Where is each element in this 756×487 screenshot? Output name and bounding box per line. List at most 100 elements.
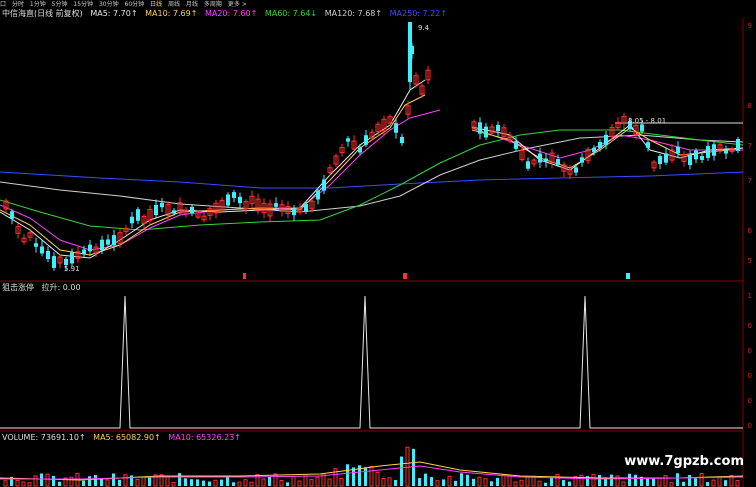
ma10-label: MA10: 7.69↑ xyxy=(145,9,198,18)
volume-bar xyxy=(483,478,488,487)
candle-body xyxy=(304,204,308,212)
volume-bar xyxy=(652,478,655,486)
candlesticks[interactable] xyxy=(3,22,740,271)
candle-body xyxy=(526,161,530,169)
candle-body xyxy=(46,251,50,259)
volume-bar xyxy=(58,481,61,486)
kline-header: 中信海直(日线 前复权) MA5: 7.70↑ MA10: 7.69↑ MA20… xyxy=(2,9,452,19)
candle-body xyxy=(232,192,236,198)
volume-bar xyxy=(315,476,320,487)
volume-bar xyxy=(591,473,596,487)
volume-bar xyxy=(621,481,626,487)
signal-axis-tick: 0 xyxy=(748,347,752,355)
moving-average-lines xyxy=(0,79,744,279)
volume-bar xyxy=(610,474,613,486)
volume-bar xyxy=(717,477,722,487)
volume-bar xyxy=(496,477,499,486)
candle-body xyxy=(292,208,296,216)
price-axis-tick: 8 xyxy=(748,102,752,110)
volume-bar xyxy=(519,479,524,487)
volume-bar xyxy=(711,479,716,487)
volume-bar xyxy=(447,475,452,487)
volume-bar xyxy=(303,475,308,487)
candle-body xyxy=(160,202,164,208)
volume-bar xyxy=(562,480,565,486)
candle-body xyxy=(514,141,518,149)
volume-bar xyxy=(381,477,386,487)
signal-marker xyxy=(626,273,630,279)
volume-bar xyxy=(118,479,121,486)
volume-bar xyxy=(568,481,571,486)
signal-axis-tick: 0 xyxy=(748,397,752,405)
candle-body xyxy=(538,153,542,163)
volume-bar xyxy=(286,482,289,486)
volume-bar xyxy=(657,477,662,487)
volume-bar xyxy=(135,479,140,487)
ma20-line xyxy=(0,109,441,251)
volume-bar xyxy=(400,456,403,486)
right-axis: 9 8 7 7 6 5 1 0 0 0 0 0 xyxy=(748,22,753,430)
volume-bar xyxy=(555,473,560,487)
volume-bar xyxy=(405,446,410,487)
volume-bar xyxy=(418,478,421,486)
candle-body xyxy=(736,139,740,151)
volume-bar xyxy=(112,473,115,486)
volume-bar xyxy=(412,448,415,486)
candle-body xyxy=(34,243,38,247)
candle-body xyxy=(346,138,350,142)
signal-axis-tick: 1 xyxy=(748,292,752,300)
volume-bar xyxy=(579,474,584,487)
high-price-label: 9.4 xyxy=(418,24,430,32)
volume-bar xyxy=(232,482,235,486)
candle-body xyxy=(172,210,176,214)
candle-body xyxy=(694,150,698,160)
volume-bar xyxy=(273,473,278,487)
volume-bar xyxy=(69,476,74,487)
signal-pane xyxy=(0,295,743,429)
volume-bar xyxy=(178,473,181,486)
stock-title: 中信海直(日线 前复权) xyxy=(2,9,83,18)
volume-bar xyxy=(190,479,193,486)
candle-body xyxy=(82,249,86,255)
candle-body xyxy=(688,154,692,166)
volume-bar xyxy=(663,475,668,487)
volume-bar xyxy=(550,477,553,486)
candle-body xyxy=(394,123,398,133)
candle-body xyxy=(408,22,412,82)
signal-marker xyxy=(403,273,407,279)
ma250-label: MA250: 7.22↑ xyxy=(389,9,448,18)
volume-bar xyxy=(513,481,518,487)
volume-bar xyxy=(694,478,697,486)
volume-bar xyxy=(226,476,229,486)
volume-header: VOLUME: 73691.10↑ MA5: 65082.90↑ MA10: 6… xyxy=(2,433,246,443)
candle-body xyxy=(664,153,668,163)
candle-body xyxy=(640,124,644,132)
candle-body xyxy=(592,147,596,153)
volume-bar xyxy=(375,471,380,487)
candle-body xyxy=(358,147,362,153)
candle-body xyxy=(106,239,110,245)
candle-body xyxy=(136,209,140,221)
volume-bar xyxy=(339,477,344,487)
volume-bar xyxy=(33,475,38,487)
ma5-line xyxy=(0,79,426,259)
signal-axis-tick: 0 xyxy=(748,422,752,430)
volume-bar xyxy=(94,475,97,486)
ma5-label: MA5: 7.70↑ xyxy=(90,9,138,18)
candle-body xyxy=(496,124,500,132)
volume-bar xyxy=(669,482,674,487)
watermark: www.7gpzb.com xyxy=(624,454,744,469)
volume-bar xyxy=(249,481,254,487)
candle-body xyxy=(52,256,56,268)
signal-axis-tick: 0 xyxy=(748,322,752,330)
signal-header: 狙击涨停 拉升: 0.00 xyxy=(2,283,86,293)
volume-bar xyxy=(628,473,631,486)
candle-body xyxy=(556,159,560,165)
signal-line xyxy=(0,295,743,429)
candle-body xyxy=(322,179,326,191)
kline-chart[interactable]: 9 8 7 7 6 5 1 0 0 0 0 0 9.4 8.05 - 8.01 … xyxy=(0,0,756,487)
candle-body xyxy=(484,126,488,138)
volume-bar xyxy=(544,482,547,486)
price-axis-tick: 9 xyxy=(748,22,752,30)
candle-body xyxy=(400,136,404,144)
